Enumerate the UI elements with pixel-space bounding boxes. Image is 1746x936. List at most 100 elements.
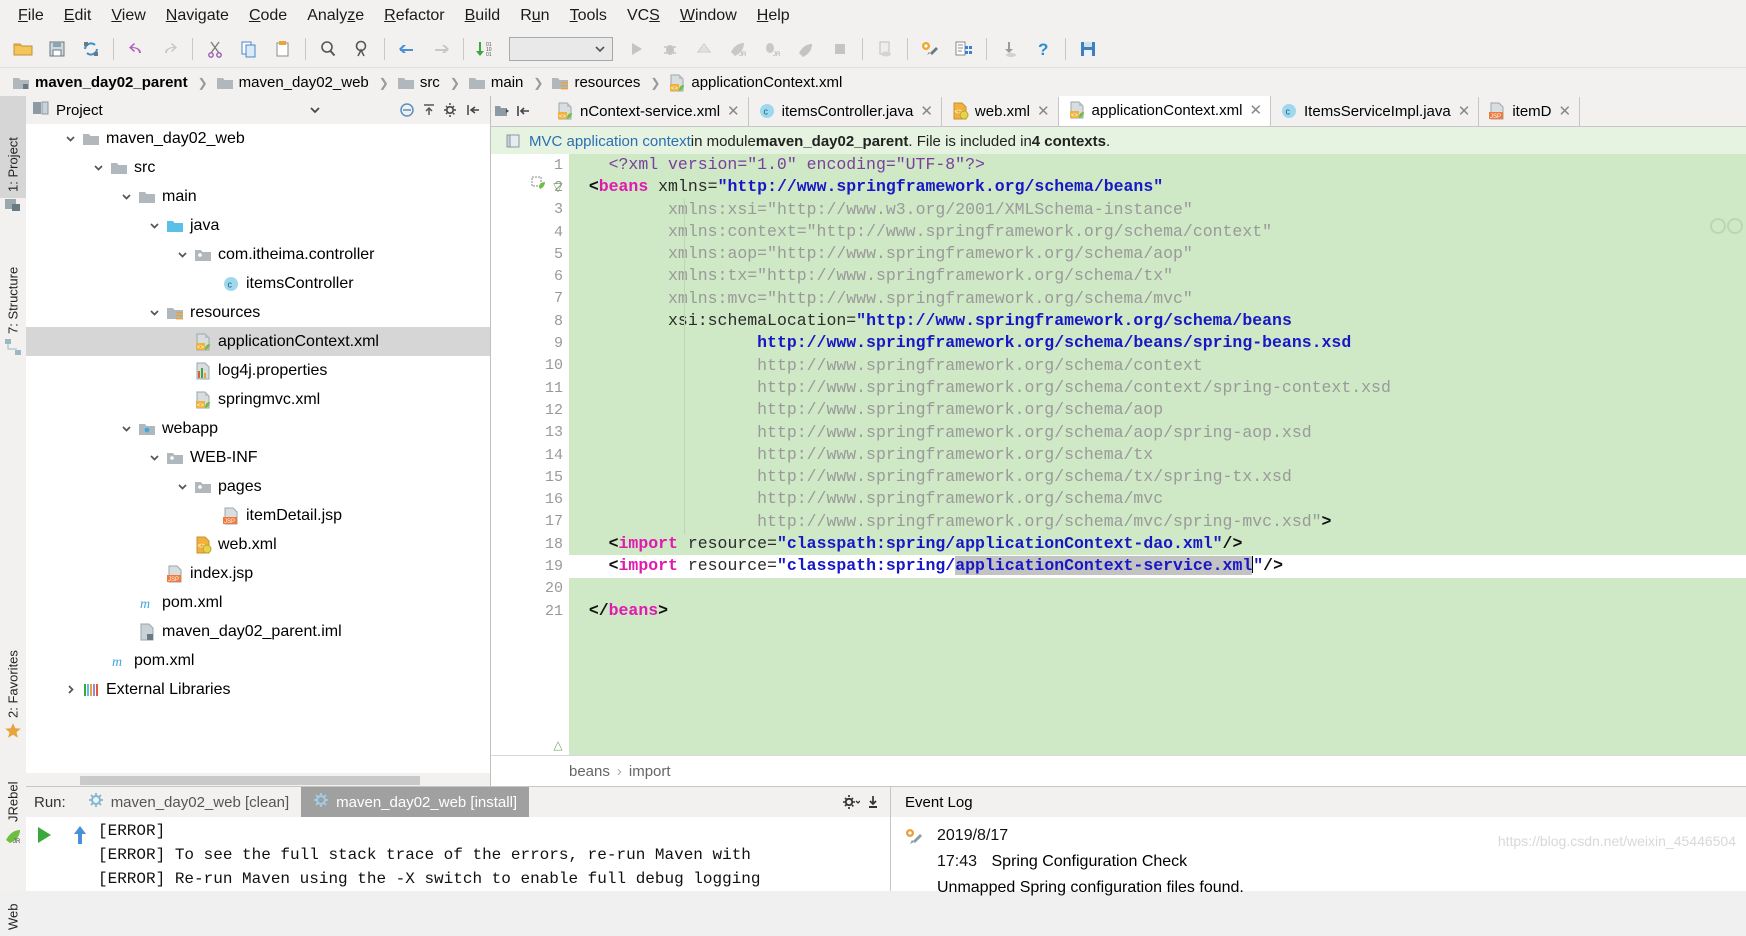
code-line-20[interactable] [569,578,1746,600]
editor-tab-applicationcontext-xml[interactable]: <> applicationContext.xml ✕ [1058,96,1272,126]
code-line-19[interactable]: <import resource="classpath:spring/appli… [569,555,1746,578]
code-line-8[interactable]: xsi:schemaLocation="http://www.springfra… [569,310,1746,332]
inspection-markers[interactable] [1710,216,1744,238]
breadcrumb-item-0[interactable]: maven_day02_parent [6,68,192,97]
menu-item-view[interactable]: View [101,4,155,28]
undo-icon[interactable] [119,34,153,64]
menu-item-file[interactable]: File [8,4,54,28]
code-line-17[interactable]: http://www.springframework.org/schema/mv… [569,511,1746,533]
chevron-down-icon[interactable] [116,422,136,435]
tree-node-pom-xml[interactable]: m pom.xml [26,646,490,675]
menu-item-window[interactable]: Window [670,4,747,28]
close-icon[interactable]: ✕ [920,102,933,120]
tree-node-java[interactable]: java [26,211,490,240]
code-line-1[interactable]: <?xml version="1.0" encoding="UTF-8"?> [569,154,1746,176]
sidebar-item-project[interactable]: 1: Project [0,96,26,198]
tree-node-log4j-properties[interactable]: log4j.properties [26,356,490,385]
settings-gear-icon[interactable] [840,791,862,813]
menu-item-build[interactable]: Build [455,4,511,28]
context-link[interactable]: MVC application context [529,133,691,150]
run-output-area[interactable]: [ERROR] [ERROR] To see the full stack tr… [26,817,890,891]
project-tree-hscrollbar[interactable] [26,773,490,787]
code-line-11[interactable]: http://www.springframework.org/schema/co… [569,377,1746,399]
tree-node-src[interactable]: src [26,153,490,182]
code-line-15[interactable]: http://www.springframework.org/schema/tx… [569,466,1746,488]
tree-node-itemscontroller[interactable]: c itemsController [26,269,490,298]
scroll-from-source-icon[interactable] [491,100,513,122]
editor-tab-itemsserviceimpl-java[interactable]: c ItemsServiceImpl.java ✕ [1271,96,1480,126]
chevron-down-icon[interactable] [172,248,192,261]
code-fold-icon[interactable]: ▽ [551,176,565,198]
tree-node-pages[interactable]: pages [26,472,490,501]
close-icon[interactable]: ✕ [727,102,740,120]
chevron-down-icon[interactable] [304,99,326,121]
editor-tab-itemd[interactable]: JSP itemD ✕ [1479,96,1581,126]
gear-icon[interactable] [440,99,462,121]
find-icon[interactable] [311,34,345,64]
menu-item-navigate[interactable]: Navigate [156,4,239,28]
code-line-10[interactable]: http://www.springframework.org/schema/co… [569,355,1746,377]
menu-item-refactor[interactable]: Refactor [374,4,454,28]
select-opened-file-icon[interactable] [513,100,535,122]
update-project-icon[interactable]: 01 10 01 [469,34,503,64]
code-fold-icon[interactable]: △ [551,734,565,755]
up-arrow-icon[interactable] [62,823,98,847]
export-icon[interactable] [862,791,884,813]
tree-node-index-jsp[interactable]: JSP index.jsp [26,559,490,588]
sidebar-item-web[interactable]: Web [0,868,26,936]
breadcrumb-item-import[interactable]: import [629,763,671,780]
close-icon[interactable]: ✕ [1037,102,1050,120]
hide-panel-icon[interactable] [462,99,484,121]
code-line-21[interactable]: </beans> [569,600,1746,622]
rerun-icon[interactable] [26,823,62,847]
menu-item-run[interactable]: Run [510,4,559,28]
back-icon[interactable] [390,34,424,64]
project-structure-icon[interactable] [947,34,981,64]
chevron-down-icon[interactable] [88,161,108,174]
collapse-all-icon[interactable] [396,99,418,121]
save-icon[interactable] [1071,34,1105,64]
tree-node-main[interactable]: main [26,182,490,211]
code-line-3[interactable]: xmlns:xsi="http://www.w3.org/2001/XMLSch… [569,199,1746,221]
code-text[interactable]: <?xml version="1.0" encoding="UTF-8"?> <… [569,154,1746,755]
tree-node-web-xml[interactable]: <> web.xml [26,530,490,559]
chevron-down-icon[interactable] [144,219,164,232]
code-line-13[interactable]: http://www.springframework.org/schema/ao… [569,422,1746,444]
code-line-5[interactable]: xmlns:aop="http://www.springframework.or… [569,243,1746,265]
tree-node-resources[interactable]: resources [26,298,490,327]
tree-node-itemdetail-jsp[interactable]: JSP itemDetail.jsp [26,501,490,530]
close-icon[interactable]: ✕ [1249,101,1262,119]
editor-gutter[interactable]: 1 2 3 4 5 6 7 8 9 10 11 12 13 14 15 16 17 18 19 20 21 [491,154,569,755]
breadcrumb-item-3[interactable]: main [462,68,528,97]
code-line-4[interactable]: xmlns:context="http://www.springframewor… [569,221,1746,243]
code-line-18[interactable]: <import resource="classpath:spring/appli… [569,533,1746,555]
tree-node-external-libraries[interactable]: External Libraries [26,675,490,704]
expand-all-icon[interactable] [418,99,440,121]
tree-node-maven-day02-web[interactable]: maven_day02_web [26,124,490,153]
menu-item-help[interactable]: Help [747,4,800,28]
chevron-right-icon[interactable] [60,683,80,696]
breadcrumb-item-beans[interactable]: beans [569,763,610,780]
project-tree[interactable]: maven_day02_web src main java com.itheima.co… [26,124,490,773]
cut-icon[interactable] [198,34,232,64]
code-line-16[interactable]: http://www.springframework.org/schema/mv… [569,488,1746,510]
spring-bean-gutter-icon[interactable] [531,176,547,192]
breadcrumb-item-2[interactable]: src [391,68,444,97]
code-line-2[interactable]: <beans xmlns="http://www.springframework… [569,176,1746,198]
code-line-6[interactable]: xmlns:tx="http://www.springframework.org… [569,265,1746,287]
help-icon[interactable]: ? [1026,34,1060,64]
breadcrumb-item-4[interactable]: resources [545,68,644,97]
tree-node-maven-day02-parent-iml[interactable]: maven_day02_parent.iml [26,617,490,646]
open-folder-icon[interactable] [6,34,40,64]
menu-item-edit[interactable]: Edit [54,4,102,28]
run-tab-clean[interactable]: maven_day02_web [clean] [76,787,301,817]
code-editor[interactable]: 1 2 3 4 5 6 7 8 9 10 11 12 13 14 15 16 17 18 19 20 21 ▽ △ <?… [491,154,1746,755]
paste-icon[interactable] [266,34,300,64]
tree-node-pom-xml[interactable]: m pom.xml [26,588,490,617]
editor-tab-web-xml[interactable]: <> web.xml ✕ [942,96,1059,126]
editor-tab-itemscontroller-java[interactable]: c itemsController.java ✕ [749,96,942,126]
close-icon[interactable]: ✕ [1458,102,1471,120]
tree-node-springmvc-xml[interactable]: <> springmvc.xml [26,385,490,414]
chevron-down-icon[interactable] [144,306,164,319]
sync-icon[interactable] [74,34,108,64]
